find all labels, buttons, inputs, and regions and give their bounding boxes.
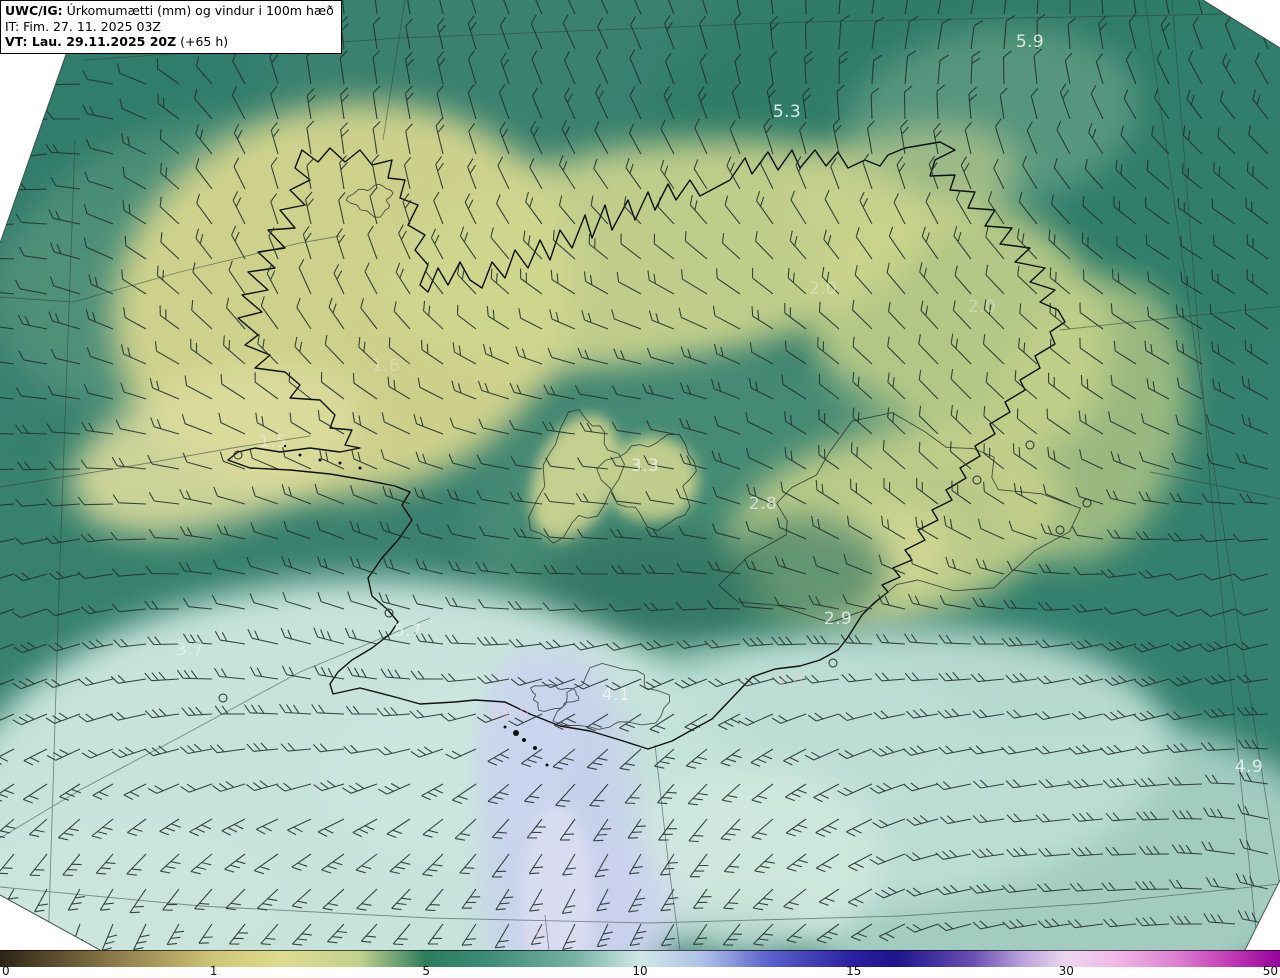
map-canvas: [0, 0, 1280, 950]
weather-map-app: 5.9 5.3 2.0 2.0 1.6 1.5 3.3 2.8 5.7 3.7 2.9 4.1 9.8 1…: [0, 0, 1280, 978]
colorbar-tick-label: 30: [1058, 964, 1074, 978]
product-title: Úrkomumætti (mm) og vindur i 100m hæð: [62, 3, 334, 18]
colorbar-tick-label: 1: [209, 964, 218, 978]
colorbar-tick-label: 0: [2, 964, 10, 978]
valid-time-line: VT: Lau. 29.11.2025 20Z (+65 h): [5, 34, 334, 50]
valid-time-label: VT: Lau. 29.11.2025 20Z: [5, 34, 177, 50]
colorbar-tick-label: 10: [632, 964, 648, 978]
forecast-header: UWC/IG: Úrkomumætti (mm) og vindur i 100…: [0, 0, 342, 54]
colorbar-tick-label: 50: [1262, 964, 1278, 978]
product-label: UWC/IG:: [5, 3, 63, 18]
precipitation-colorbar: 0 1 5 10 15 30 50: [0, 950, 1280, 978]
valid-time-suffix: (+65 h): [176, 34, 229, 50]
precip-field: [0, 0, 1280, 950]
init-time-line: IT: Fim. 27. 11. 2025 03Z: [5, 18, 161, 34]
colorbar-tick-label: 5: [422, 964, 431, 978]
colorbar-tick-row: 0 1 5 10 15 30 50: [0, 964, 1280, 978]
colorbar-tick-label: 15: [846, 964, 862, 978]
product-title-line: UWC/IG: Úrkomumætti (mm) og vindur i 100…: [5, 3, 334, 19]
